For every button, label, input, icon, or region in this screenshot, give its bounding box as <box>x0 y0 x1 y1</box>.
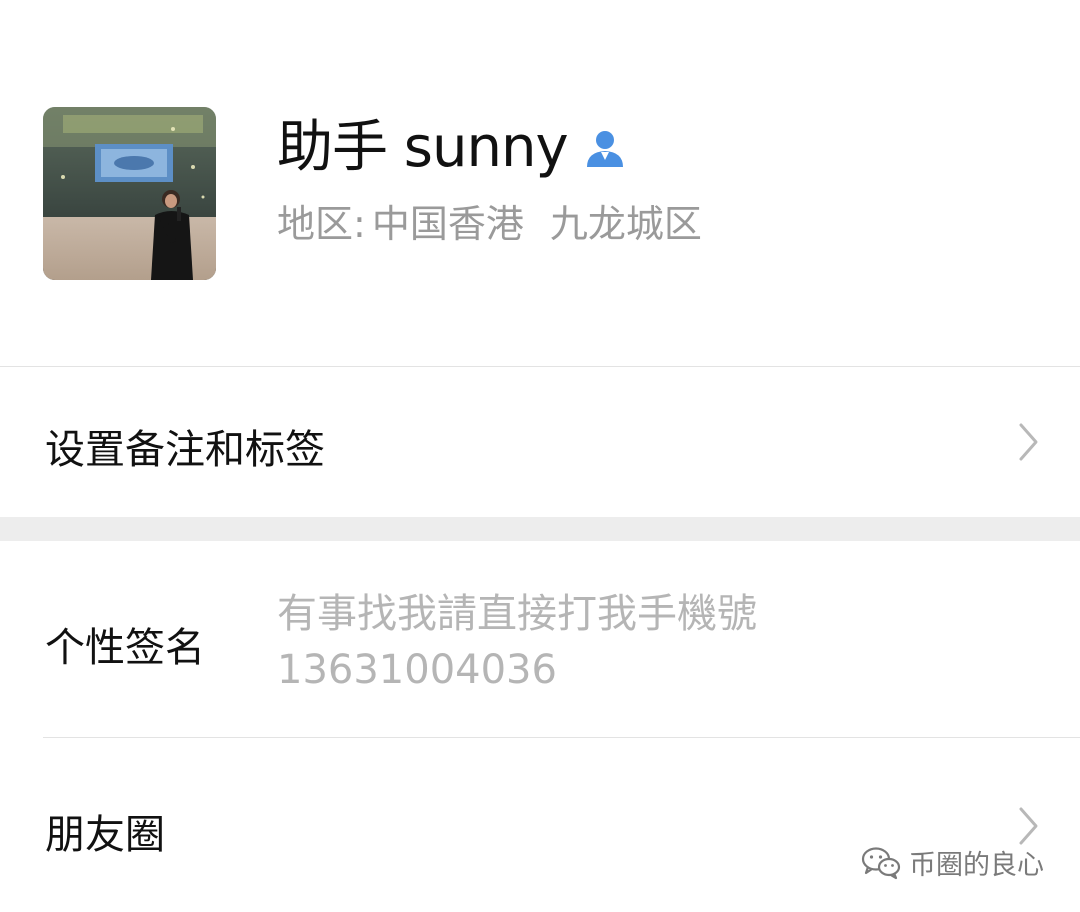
remark-tags-label: 设置备注和标签 <box>45 427 325 473</box>
section-gap <box>0 517 1080 541</box>
region-value: 中国香港 <box>371 201 524 246</box>
chevron-right-icon <box>1018 422 1040 462</box>
wechat-icon <box>861 846 901 879</box>
moments-row[interactable]: 朋友圈 <box>0 738 1080 912</box>
contact-profile-page: 助手 sunny 地区: 中国香港 九龙城区 设置备注和标签 个性签名 有事找我… <box>0 0 1080 912</box>
signature-text: 有事找我請直接打我手機號 13631004036 <box>277 586 917 698</box>
signature-label: 个性签名 <box>45 625 205 671</box>
moments-label: 朋友圈 <box>45 812 165 858</box>
watermark: 币圈的良心 <box>861 843 1044 882</box>
person-icon <box>584 127 626 169</box>
region-label: 地区: <box>277 201 366 246</box>
chevron-right-icon <box>1018 806 1040 846</box>
profile-header: 助手 sunny 地区: 中国香港 九龙城区 <box>0 0 1080 366</box>
name-row: 助手 sunny <box>277 110 626 186</box>
signature-phone: 13631004036 <box>277 647 557 693</box>
watermark-text: 币圈的良心 <box>909 850 1044 881</box>
signature-line: 有事找我請直接打我手機號 <box>277 591 757 637</box>
remark-tags-row[interactable]: 设置备注和标签 <box>0 367 1080 517</box>
region-row: 地区: 中国香港 九龙城区 <box>277 192 702 248</box>
contact-name: 助手 sunny <box>277 115 569 180</box>
region-district: 九龙城区 <box>549 201 702 246</box>
avatar[interactable] <box>43 107 216 280</box>
